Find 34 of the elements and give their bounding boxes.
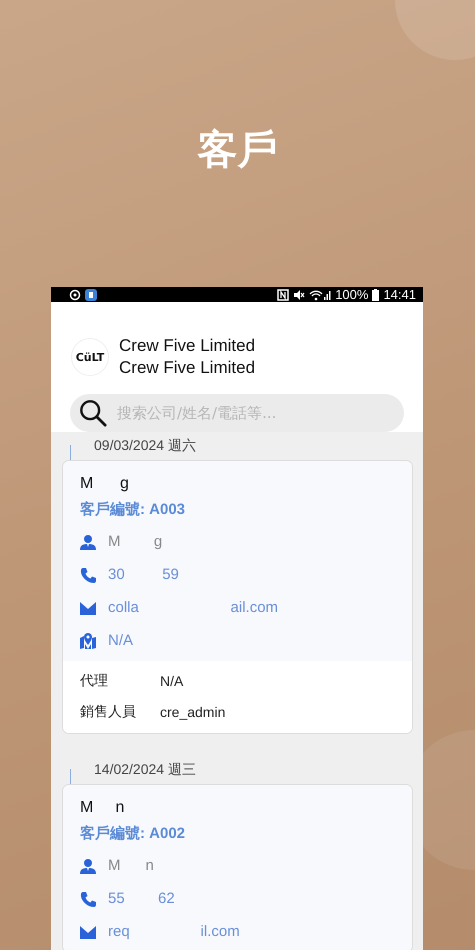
detail-value: cre_admin bbox=[160, 704, 226, 720]
field-value[interactable]: colla ail.com bbox=[108, 599, 278, 616]
customer-name: M n bbox=[80, 798, 126, 818]
detail-label: 銷售人員 bbox=[80, 702, 137, 720]
company-name: Crew Five Limited bbox=[119, 335, 256, 357]
field-value[interactable]: 55 62 bbox=[108, 890, 175, 907]
date-label: 14/02/2024 週三 bbox=[94, 761, 196, 779]
phone-icon bbox=[80, 890, 96, 906]
customer-name: M g bbox=[80, 474, 130, 494]
field-value[interactable]: 30 59 bbox=[108, 566, 179, 583]
company-name: Crew Five Limited bbox=[119, 357, 256, 379]
date-label: 09/03/2024 週六 bbox=[94, 437, 196, 455]
sync-icon bbox=[69, 288, 81, 300]
mail-icon bbox=[80, 924, 96, 940]
person-icon bbox=[80, 858, 96, 874]
detail-value: N/A bbox=[160, 672, 184, 688]
company-logo: CüLT bbox=[71, 338, 109, 376]
field-value[interactable]: N/A bbox=[108, 632, 134, 649]
phone-icon bbox=[80, 566, 96, 582]
mute-icon bbox=[293, 288, 306, 300]
field-value: M g bbox=[108, 533, 162, 550]
field-value: M n bbox=[108, 857, 154, 874]
page-title: 客戶 bbox=[198, 126, 278, 175]
customer-number: 客戶編號: A002 bbox=[80, 824, 186, 844]
battery-percent: 100% bbox=[335, 287, 368, 302]
mail-icon bbox=[80, 600, 96, 616]
customer-card[interactable]: M n 客戶編號: A002 M n 55 62 req il.com bbox=[62, 784, 413, 950]
map-pin-icon bbox=[80, 632, 96, 648]
customer-card[interactable]: M g 客戶編號: A003 M g 30 59 colla ail.com N/A 代理 N/A 銷售人員 cre_admin bbox=[62, 460, 413, 734]
customer-number: 客戶編號: A003 bbox=[80, 500, 186, 520]
clock: 14:41 bbox=[383, 287, 416, 302]
person-icon bbox=[80, 534, 96, 550]
field-value[interactable]: req il.com bbox=[108, 923, 240, 940]
detail-label: 代理 bbox=[80, 672, 109, 690]
